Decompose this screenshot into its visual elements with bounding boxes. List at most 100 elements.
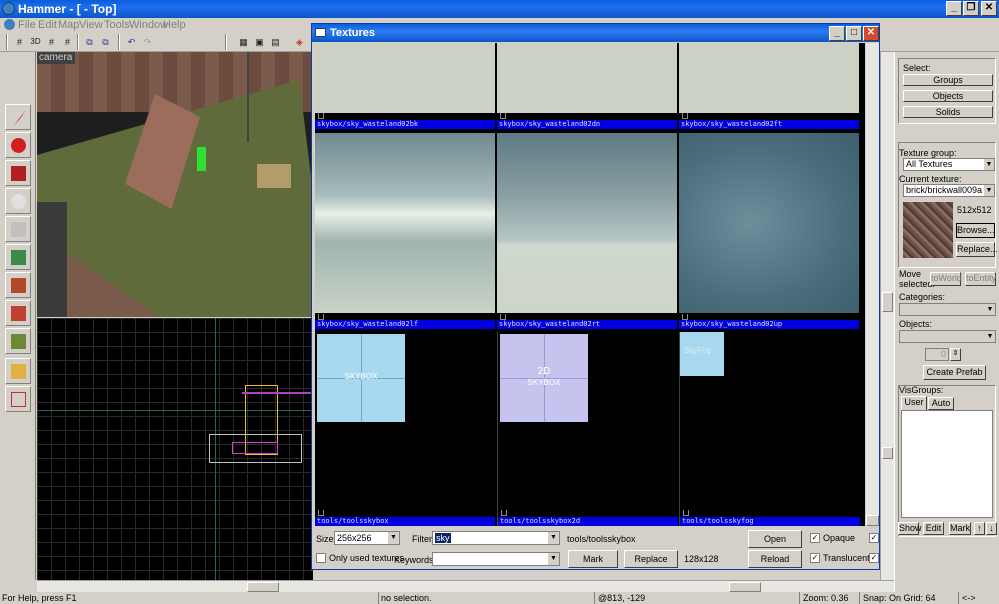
texture-cell[interactable]: skybox/sky_wasteland02up: [679, 133, 859, 330]
tab-user[interactable]: User: [901, 396, 927, 410]
mark-button[interactable]: Mark: [949, 522, 971, 535]
doc-icon[interactable]: [4, 19, 15, 30]
texture-caption: skybox/sky_wasteland02lf: [315, 320, 495, 329]
textures-title-bar[interactable]: Textures _ □ ✕: [312, 24, 879, 42]
texture-cell[interactable]: skybox/sky_wasteland02lf: [315, 133, 495, 330]
vertex-tool[interactable]: [5, 386, 31, 412]
mark-textures-button[interactable]: Mark: [568, 550, 618, 568]
restore-button[interactable]: ❐: [963, 1, 979, 16]
groups-button[interactable]: Groups: [903, 74, 993, 86]
texture-scrollbar[interactable]: [866, 43, 879, 526]
up-arrow-icon[interactable]: ↑: [974, 522, 985, 535]
texture-caption: skybox/sky_wasteland02up: [679, 320, 859, 329]
close-button[interactable]: ✕: [981, 1, 997, 16]
menu-map[interactable]: Map: [58, 19, 79, 31]
3d-grid-icon[interactable]: 3D: [28, 35, 43, 49]
top-viewport[interactable]: [37, 318, 313, 580]
keywords-select[interactable]: ▼: [432, 552, 560, 566]
block-tool[interactable]: [5, 216, 31, 242]
texture-cell[interactable]: SKYBOX tools/toolsskybox: [315, 332, 495, 526]
size-select[interactable]: 256x256 ▼: [334, 531, 400, 545]
vscroll-thumb-lower[interactable]: [882, 447, 893, 459]
spin-arrows[interactable]: ⇕: [950, 348, 961, 361]
to-world-button[interactable]: toWorld: [930, 272, 962, 286]
scroll-thumb-right[interactable]: [729, 582, 761, 592]
texture-lock-icon[interactable]: ▤: [268, 35, 283, 49]
vscroll-thumb[interactable]: [882, 292, 893, 312]
menu-edit[interactable]: Edit: [38, 19, 57, 31]
opaque-label: Opaque: [823, 533, 856, 543]
grid-smaller-icon[interactable]: #: [44, 35, 59, 49]
entity-report-icon[interactable]: ◈: [292, 35, 307, 49]
magnify-icon: [11, 138, 26, 153]
texture-cell[interactable]: skybox/sky_wasteland02bk: [315, 43, 495, 131]
overlay-tool[interactable]: [5, 328, 31, 354]
texture-application-tool[interactable]: [5, 244, 31, 270]
texture-cell[interactable]: skybox/sky_wasteland02dn: [497, 43, 677, 131]
hollow-icon[interactable]: ▣: [252, 35, 267, 49]
horizontal-scrollbar[interactable]: [37, 580, 999, 592]
extra-checkbox-2[interactable]: ✓: [869, 553, 879, 563]
textures-minimize-button[interactable]: _: [829, 26, 845, 41]
objects-select[interactable]: ▼: [899, 330, 996, 343]
menu-tools[interactable]: Tools: [104, 19, 130, 31]
selection-tool[interactable]: [5, 104, 31, 130]
reload-button[interactable]: Reload: [748, 550, 802, 568]
open-source-button[interactable]: Open Source: [748, 530, 802, 560]
replace-textures-button[interactable]: Replace: [624, 550, 678, 568]
browse-button[interactable]: Browse...: [956, 223, 995, 238]
opaque-checkbox[interactable]: ✓: [810, 533, 820, 543]
texture-cell[interactable]: skybox/sky_wasteland02rt: [497, 133, 677, 330]
tab-auto[interactable]: Auto: [928, 397, 954, 410]
texture-cell[interactable]: SkyFog tools/toolsskyfog: [679, 332, 860, 526]
menu-file[interactable]: File: [18, 19, 36, 31]
categories-select[interactable]: ▼: [899, 303, 996, 316]
scroll-thumb[interactable]: [247, 582, 279, 592]
apply-texture-tool[interactable]: [5, 272, 31, 298]
show-button[interactable]: Show: [898, 522, 922, 535]
minimize-button[interactable]: _: [946, 1, 962, 16]
filter-input[interactable]: sky ▼: [432, 531, 560, 545]
textures-window[interactable]: Textures _ □ ✕ skybox/sky_wasteland02bk …: [311, 23, 880, 570]
translucent-checkbox[interactable]: ✓: [810, 553, 820, 563]
menu-help[interactable]: Help: [163, 19, 186, 31]
current-texture-select[interactable]: brick/brickwall009a ▼: [903, 184, 995, 197]
edit-button[interactable]: Edit: [923, 522, 944, 535]
visgroups-list[interactable]: [901, 410, 993, 518]
camera-viewport[interactable]: [37, 52, 313, 317]
camera-tool[interactable]: [5, 160, 31, 186]
decal-tool[interactable]: [5, 300, 31, 326]
viewport-label[interactable]: camera: [37, 52, 75, 64]
grid-toggle-icon[interactable]: #: [12, 35, 27, 49]
extra-checkbox-1[interactable]: ✓: [869, 533, 879, 543]
texture-caption: skybox/sky_wasteland02bk: [315, 120, 495, 129]
texture-cell[interactable]: 2D SKYBOX tools/toolsskybox2d: [497, 332, 678, 526]
objects-button[interactable]: Objects: [903, 90, 993, 102]
texture-scroll-thumb[interactable]: [866, 515, 879, 526]
prefab-count-field[interactable]: 0: [925, 348, 949, 361]
magnify-tool[interactable]: [5, 132, 31, 158]
entity-outline[interactable]: [232, 442, 278, 454]
texture-cell[interactable]: skybox/sky_wasteland02ft: [679, 43, 859, 131]
clipping-tool[interactable]: [5, 358, 31, 384]
carve-icon[interactable]: ▦: [236, 35, 251, 49]
undo-icon[interactable]: ↶: [124, 35, 139, 49]
to-entity-button[interactable]: toEntity: [965, 272, 996, 286]
vertical-scrollbar[interactable]: [880, 52, 894, 580]
solids-button[interactable]: Solids: [903, 106, 993, 118]
menu-view[interactable]: View: [79, 19, 103, 31]
grid-larger-icon[interactable]: #: [60, 35, 75, 49]
redo-icon[interactable]: ↷: [140, 35, 155, 49]
main-title-bar[interactable]: Hammer - [ - Top] _ ❐ ✕: [0, 0, 999, 18]
entity-tool[interactable]: [5, 188, 31, 214]
textures-close-button[interactable]: ✕: [863, 26, 879, 41]
group-icon[interactable]: ⧉: [82, 35, 97, 49]
textures-maximize-button[interactable]: □: [846, 26, 862, 41]
texture-group-select[interactable]: All Textures ▼: [903, 158, 995, 171]
texture-browser-grid[interactable]: skybox/sky_wasteland02bk skybox/sky_wast…: [315, 43, 865, 526]
create-prefab-button[interactable]: Create Prefab: [923, 365, 986, 380]
replace-button[interactable]: Replace...: [956, 242, 998, 257]
down-arrow-icon[interactable]: ↓: [986, 522, 997, 535]
ungroup-icon[interactable]: ⧉: [98, 35, 113, 49]
only-used-checkbox[interactable]: [316, 553, 326, 563]
